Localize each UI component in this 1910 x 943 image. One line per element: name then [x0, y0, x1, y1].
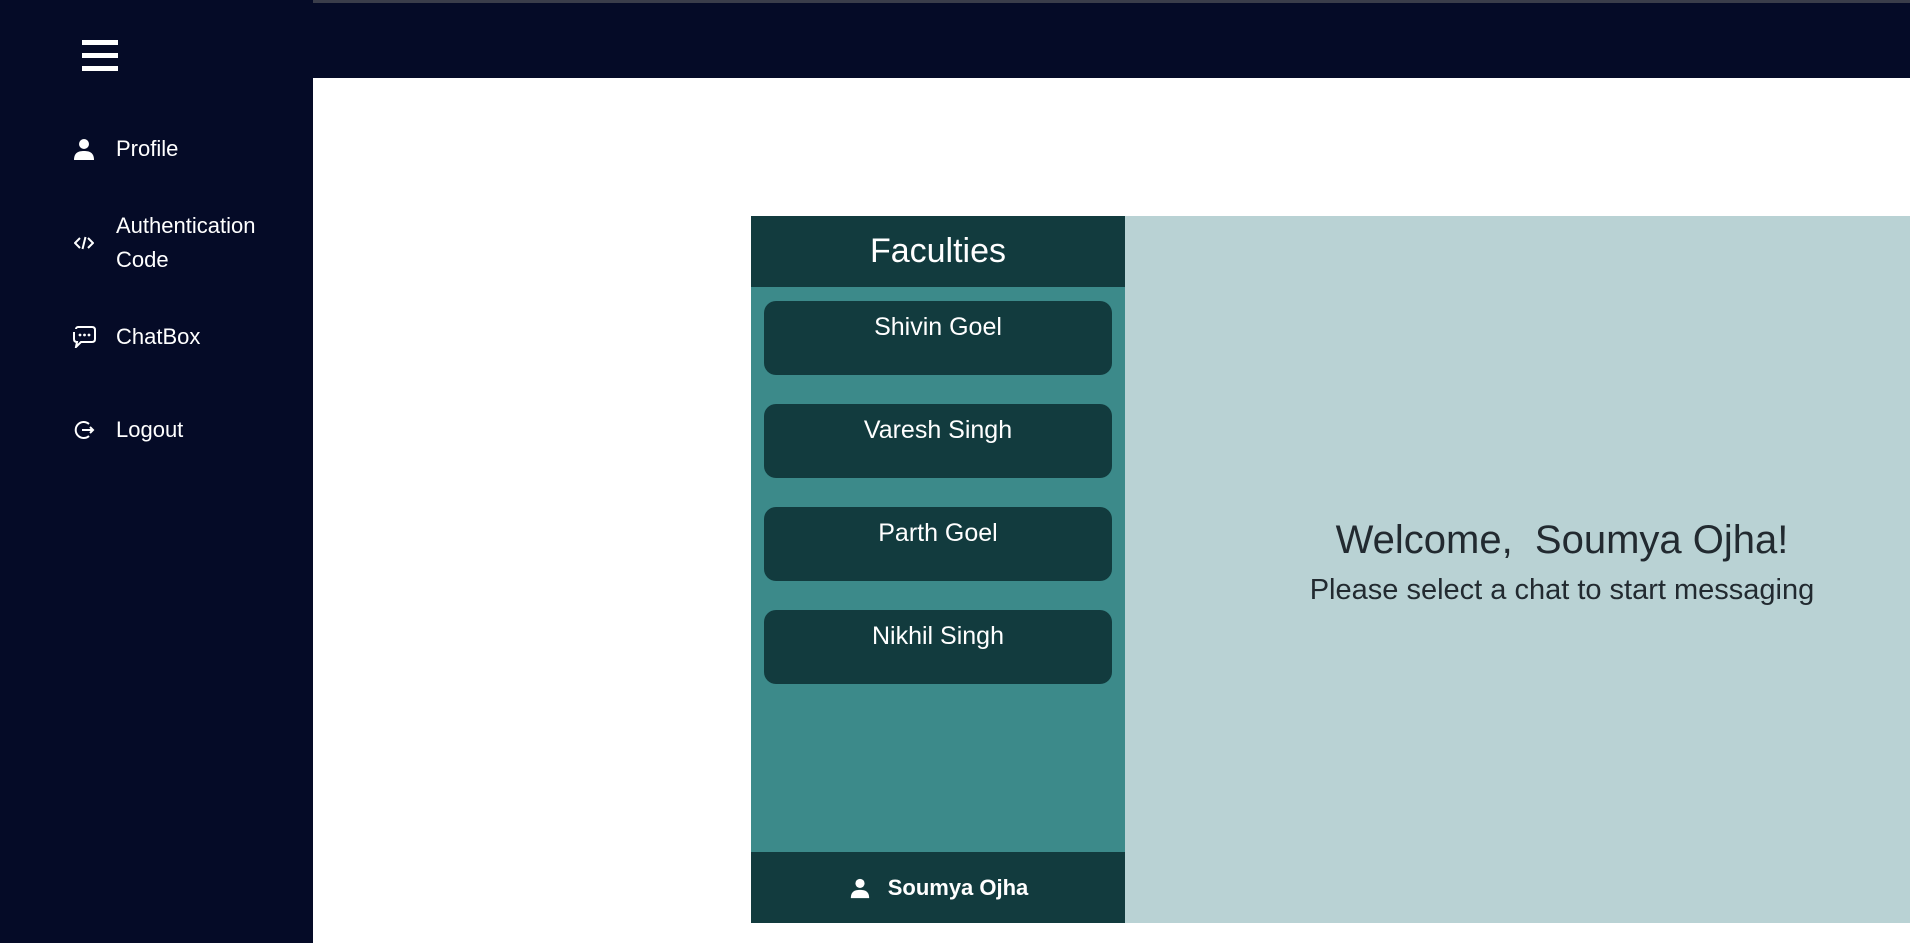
faculty-item-nikhil-singh[interactable]: Nikhil Singh [764, 610, 1112, 684]
current-user-footer: Soumya Ojha [751, 852, 1125, 923]
logout-icon [70, 416, 98, 444]
sidebar-item-profile[interactable]: Profile [70, 132, 290, 166]
sidebar-item-label: Logout [116, 417, 184, 442]
faculty-list: Shivin Goel Varesh Singh Parth Goel Nikh… [764, 301, 1112, 713]
user-icon [70, 135, 98, 163]
chat-bubble-icon [70, 323, 98, 351]
sidebar: Profile Authentication Code ChatBox Logo… [0, 0, 313, 943]
sidebar-item-label: Authentication Code [116, 213, 256, 272]
sidebar-item-authentication-code[interactable]: Authentication Code [70, 209, 290, 277]
hamburger-icon[interactable] [82, 40, 118, 72]
select-chat-hint: Please select a chat to start messaging [1309, 574, 1815, 606]
main-content: Faculties Shivin Goel Varesh Singh Parth… [313, 78, 1910, 943]
sidebar-item-label: Profile [116, 136, 179, 161]
sidebar-item-label: ChatBox [116, 324, 201, 349]
faculty-list-panel: Faculties Shivin Goel Varesh Singh Parth… [751, 216, 1125, 923]
chat-panel: Faculties Shivin Goel Varesh Singh Parth… [751, 216, 1910, 923]
current-user-name: Soumya Ojha [887, 874, 1029, 900]
chat-area: Welcome, Soumya Ojha! Please select a ch… [1125, 216, 1910, 923]
faculty-list-title: Faculties [751, 216, 1125, 287]
faculty-item-shivin-goel[interactable]: Shivin Goel [764, 301, 1112, 375]
code-icon [70, 229, 98, 257]
faculty-item-parth-goel[interactable]: Parth Goel [764, 507, 1112, 581]
user-icon [848, 876, 872, 900]
sidebar-item-chatbox[interactable]: ChatBox [70, 320, 290, 354]
faculty-item-varesh-singh[interactable]: Varesh Singh [764, 404, 1112, 478]
sidebar-item-logout[interactable]: Logout [70, 413, 290, 447]
welcome-message: Welcome, Soumya Ojha! [1335, 518, 1789, 562]
